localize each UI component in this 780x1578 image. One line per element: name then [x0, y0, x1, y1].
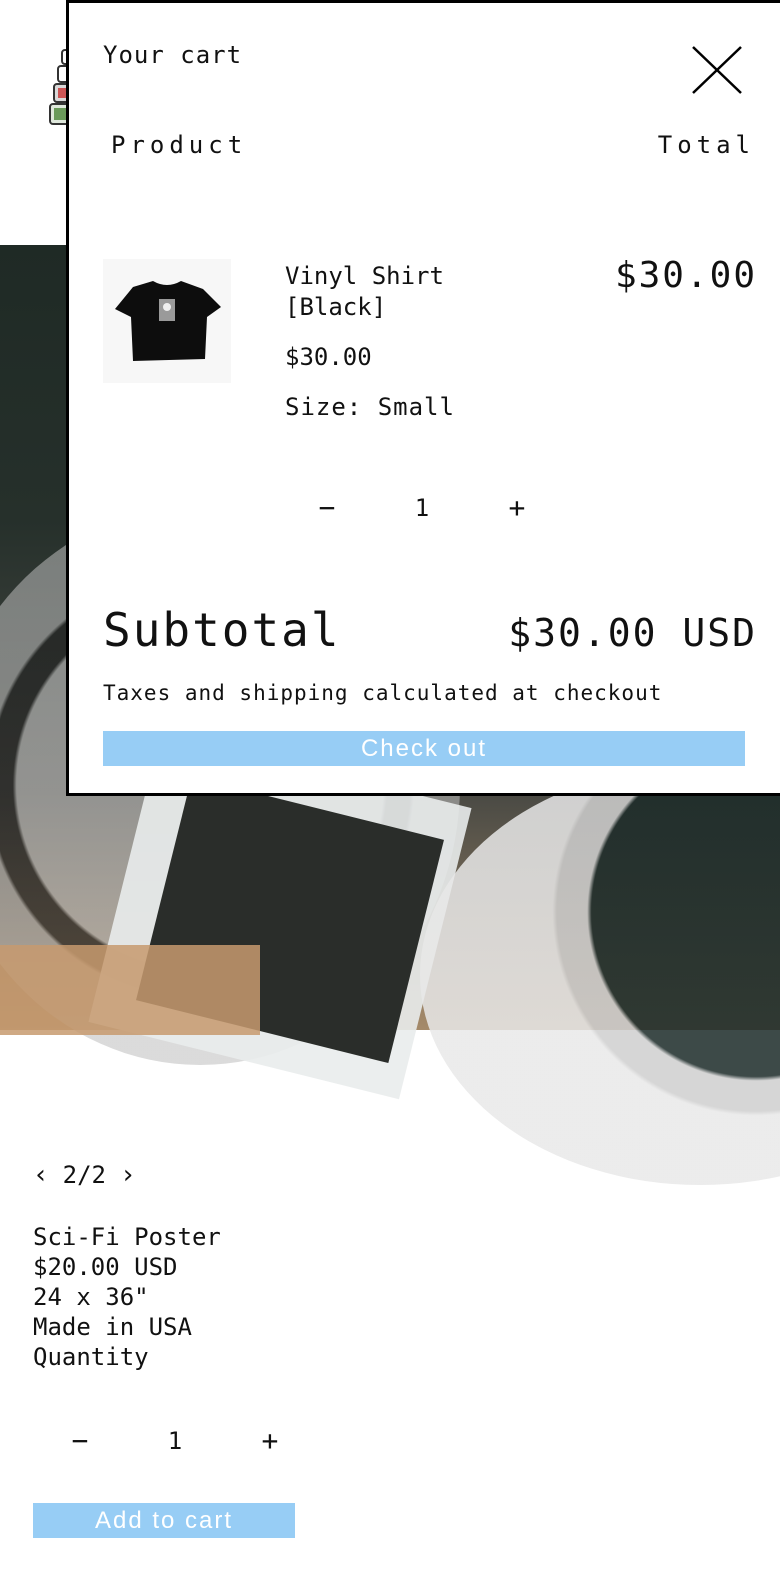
cart-title: Your cart: [103, 41, 243, 69]
add-to-cart-button[interactable]: Add to cart: [33, 1503, 295, 1538]
image-pager: ‹ 2/2 ›: [33, 1160, 136, 1190]
cart-item-size: Size: Small: [285, 393, 455, 421]
product-quantity-value[interactable]: 1: [168, 1427, 182, 1455]
close-icon[interactable]: [689, 43, 745, 99]
tax-note: Taxes and shipping calculated at checkou…: [103, 681, 663, 705]
cart-item-price: $30.00: [285, 343, 372, 371]
minus-icon[interactable]: −: [307, 491, 347, 524]
cart-item-line-total: $30.00: [614, 255, 757, 296]
product-info: Sci-Fi Poster $20.00 USD 24 x 36" Made i…: [33, 1223, 221, 1371]
cart-item-thumbnail[interactable]: [103, 259, 231, 383]
chevron-left-icon[interactable]: ‹: [33, 1160, 49, 1190]
cart-quantity-value[interactable]: 1: [415, 494, 429, 522]
plus-icon[interactable]: +: [250, 1424, 290, 1457]
column-header-total: Total: [657, 131, 755, 159]
pager-count: 2/2: [62, 1161, 107, 1189]
subtotal-label: Subtotal: [103, 603, 341, 657]
plus-icon[interactable]: +: [497, 491, 537, 524]
minus-icon[interactable]: −: [60, 1424, 100, 1457]
cart-drawer: Your cart Product Total Vinyl Shirt [Bla…: [66, 0, 780, 796]
column-header-product: Product: [111, 131, 248, 159]
cart-quantity-stepper: − 1 +: [307, 491, 537, 524]
subtotal-value: $30.00 USD: [508, 611, 757, 655]
chevron-right-icon[interactable]: ›: [120, 1160, 136, 1190]
tshirt-icon: [115, 281, 221, 361]
cart-item-name[interactable]: Vinyl Shirt [Black]: [285, 261, 485, 323]
checkout-button[interactable]: Check out: [103, 731, 745, 766]
product-quantity-stepper: − 1 +: [60, 1424, 290, 1457]
